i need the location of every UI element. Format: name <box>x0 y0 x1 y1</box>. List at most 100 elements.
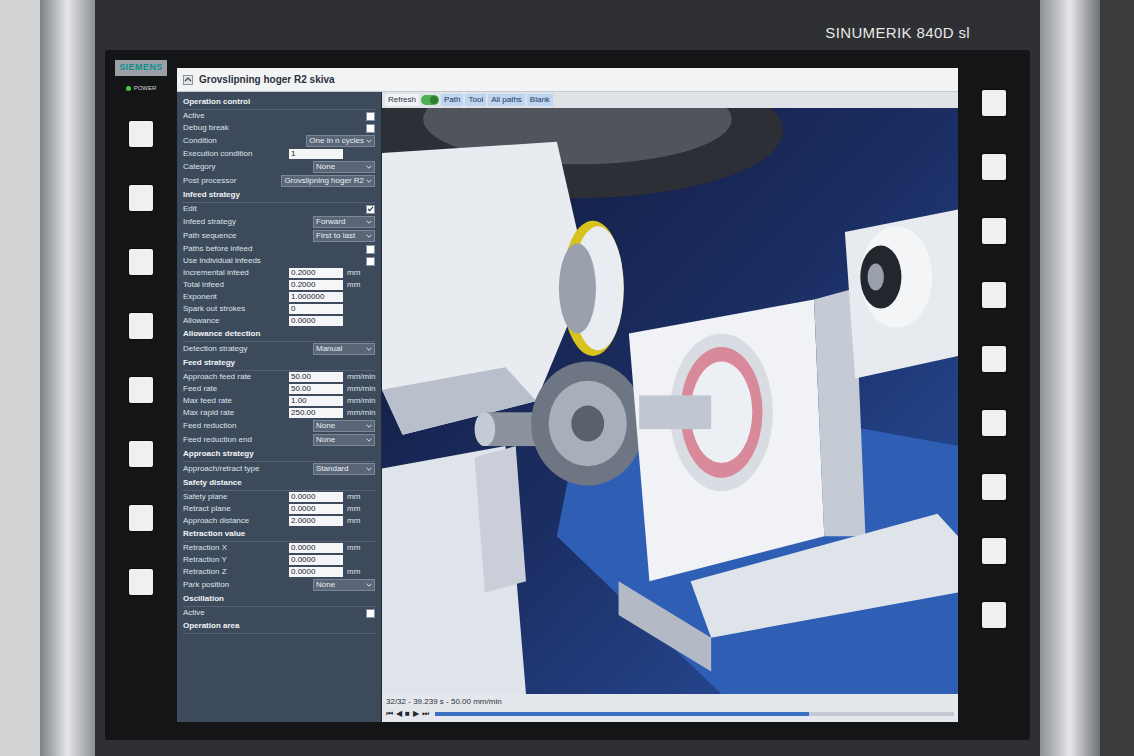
select-box[interactable]: None <box>313 420 375 432</box>
section-title[interactable]: Allowance detection <box>183 327 375 342</box>
value-field[interactable]: 0.2000 <box>289 280 343 290</box>
parameter-row: Post processor Grovslipning hoger R2 <box>183 174 375 188</box>
select-box[interactable]: Standard <box>313 463 375 475</box>
select-box[interactable]: One in n cycles <box>306 135 375 147</box>
toolbar-button[interactable]: Blank <box>527 94 553 106</box>
parameter-row: Execution condition1 <box>183 148 375 160</box>
section-title[interactable]: Feed strategy <box>183 356 375 371</box>
toolbar-button[interactable]: All paths <box>488 94 525 106</box>
soft-key[interactable] <box>129 313 153 339</box>
unit-label: mm/min <box>347 408 375 418</box>
soft-key[interactable] <box>129 569 153 595</box>
soft-key[interactable] <box>982 538 1006 564</box>
checkbox[interactable] <box>366 112 375 121</box>
playback-progress[interactable] <box>435 712 954 716</box>
value-field[interactable]: 1.000000 <box>289 292 343 302</box>
cabinet-edge <box>1100 0 1134 756</box>
value-field[interactable]: 0.2000 <box>289 268 343 278</box>
soft-key[interactable] <box>982 346 1006 372</box>
parameter-row: Exponent1.000000 <box>183 291 375 303</box>
section-title[interactable]: Operation area <box>183 619 375 634</box>
chevron-down-icon <box>366 164 372 170</box>
value-field[interactable]: 250.00 <box>289 408 343 418</box>
parameter-row: Approach/retract typeStandard <box>183 462 375 476</box>
toolbar-button[interactable]: Tool <box>465 94 486 106</box>
value-field[interactable]: 0.0000 <box>289 504 343 514</box>
value-field[interactable]: 1 <box>289 149 343 159</box>
machine-model-icon <box>382 108 958 694</box>
checkbox[interactable] <box>366 609 375 618</box>
section-title[interactable]: Oscillation <box>183 592 375 607</box>
checkbox[interactable] <box>366 124 375 133</box>
checkbox[interactable] <box>366 205 375 214</box>
soft-key[interactable] <box>982 154 1006 180</box>
parameter-label: Debug break <box>183 123 229 133</box>
value-field[interactable]: 0.0000 <box>289 316 343 326</box>
value-field[interactable]: 0.0000 <box>289 567 343 577</box>
playback-button[interactable]: ⏭ <box>422 709 429 719</box>
select-box[interactable]: First to last <box>313 230 375 242</box>
soft-key[interactable] <box>129 185 153 211</box>
model-label: SINUMERIK 840D sl <box>825 22 970 45</box>
value-field[interactable]: 0.0000 <box>289 492 343 502</box>
toolbar-button[interactable]: Path <box>441 94 463 106</box>
soft-key[interactable] <box>129 249 153 275</box>
playback-button[interactable]: ⏮ <box>386 709 393 719</box>
parameter-label: Max rapid rate <box>183 408 234 418</box>
soft-key[interactable] <box>982 602 1006 628</box>
view-toggle[interactable] <box>421 95 439 105</box>
value-field[interactable]: 50.00 <box>289 384 343 394</box>
value-field[interactable]: 0.0000 <box>289 555 343 565</box>
select-box[interactable]: Grovslipning hoger R2 <box>281 175 375 187</box>
parameter-row: Retraction Z0.0000mm <box>183 566 375 578</box>
3d-viewport[interactable] <box>382 108 958 694</box>
status-bar: 32/32 - 39.239 s - 50.00 mm/min⏮◀■▶⏭ <box>382 694 958 722</box>
parameter-label: Max feed rate <box>183 396 232 406</box>
chevron-down-icon <box>366 178 372 184</box>
section-title[interactable]: Approach strategy <box>183 447 375 462</box>
chevron-down-icon <box>366 233 372 239</box>
checkbox[interactable] <box>366 257 375 266</box>
section-title[interactable]: Operation control <box>183 95 375 110</box>
soft-key[interactable] <box>129 505 153 531</box>
soft-key[interactable] <box>982 410 1006 436</box>
soft-key[interactable] <box>982 90 1006 116</box>
select-box[interactable]: None <box>313 579 375 591</box>
section-title[interactable]: Retraction value <box>183 527 375 542</box>
value-field[interactable]: 50.00 <box>289 372 343 382</box>
value-field[interactable]: 2.0000 <box>289 516 343 526</box>
chevron-down-icon <box>366 138 372 144</box>
soft-key[interactable] <box>129 121 153 147</box>
collapse-icon[interactable] <box>183 75 193 85</box>
value-field[interactable]: 0.0000 <box>289 543 343 553</box>
select-box[interactable]: None <box>313 161 375 173</box>
playback-button[interactable]: ◀ <box>396 709 402 719</box>
parameter-label: Path sequence <box>183 231 236 241</box>
checkbox[interactable] <box>366 245 375 254</box>
soft-key[interactable] <box>982 218 1006 244</box>
select-box[interactable]: Forward <box>313 216 375 228</box>
parameter-label: Park position <box>183 580 229 590</box>
parameter-row: Active <box>183 607 375 619</box>
panel-section: Infeed strategyEditInfeed strategyForwar… <box>183 188 375 327</box>
chevron-down-icon <box>366 437 372 443</box>
section-title[interactable]: Safety distance <box>183 476 375 491</box>
chevron-down-icon <box>366 466 372 472</box>
soft-key[interactable] <box>129 441 153 467</box>
soft-key[interactable] <box>129 377 153 403</box>
parameter-row: Incremental infeed0.2000mm <box>183 267 375 279</box>
select-box[interactable]: None <box>313 434 375 446</box>
value-field[interactable]: 0 <box>289 304 343 314</box>
select-box[interactable]: Manual <box>313 343 375 355</box>
toolbar-button[interactable]: Refresh <box>385 94 419 106</box>
chevron-down-icon <box>366 423 372 429</box>
display: Grovslipning hoger R2 skivaOperation con… <box>177 68 958 722</box>
parameter-row: Approach feed rate50.00mm/min <box>183 371 375 383</box>
playback-button[interactable]: ■ <box>405 709 410 719</box>
value-field[interactable]: 1.00 <box>289 396 343 406</box>
playback-button[interactable]: ▶ <box>413 709 419 719</box>
parameter-label: Post processor <box>183 176 236 186</box>
soft-key[interactable] <box>982 474 1006 500</box>
soft-key[interactable] <box>982 282 1006 308</box>
section-title[interactable]: Infeed strategy <box>183 188 375 203</box>
